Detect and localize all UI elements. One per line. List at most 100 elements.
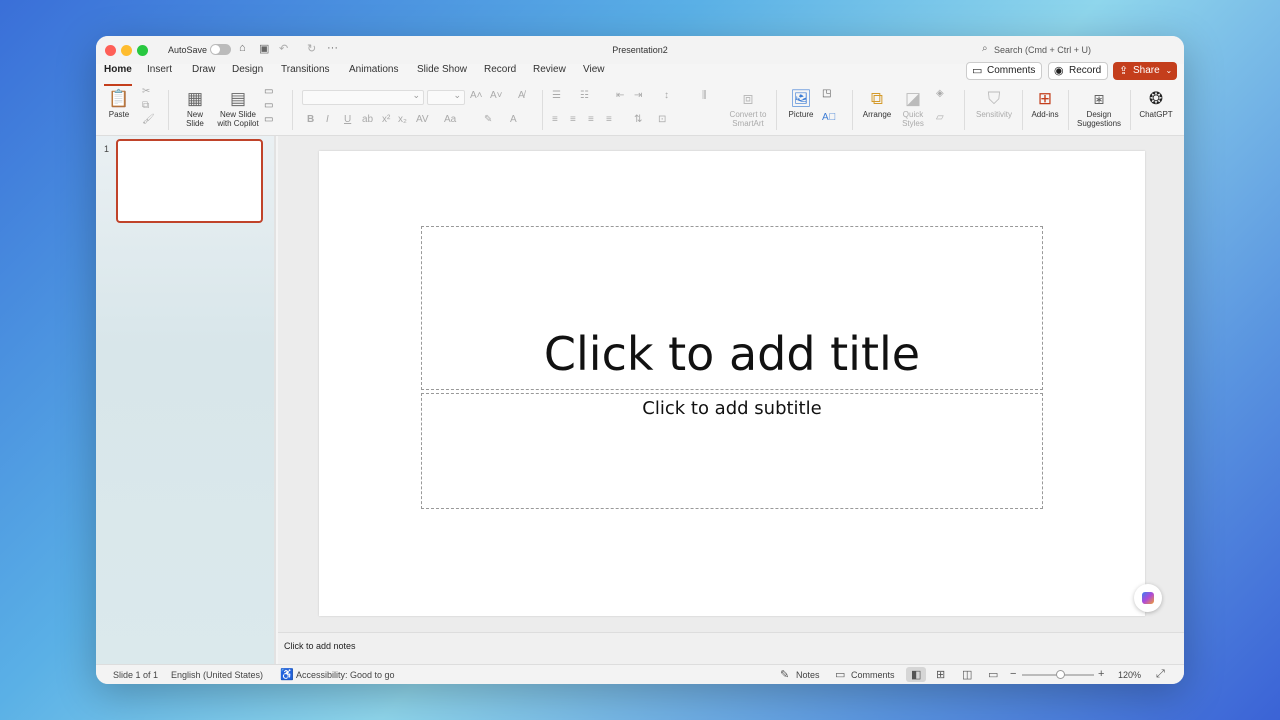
share-button[interactable]: ⇪ Share ⌄ xyxy=(1113,62,1177,80)
copy-icon[interactable]: ⧉ xyxy=(142,100,149,111)
ribbon-separator xyxy=(964,90,965,130)
tab-record[interactable]: Record xyxy=(484,64,516,86)
text-direction-icon[interactable]: ⇅ xyxy=(634,114,642,125)
comments-toggle[interactable]: Comments xyxy=(851,670,895,680)
italic-button[interactable]: I xyxy=(326,114,329,125)
ribbon-separator xyxy=(168,90,169,130)
section-icon[interactable]: ▭ xyxy=(264,114,273,125)
zoom-out-icon[interactable]: − xyxy=(1010,668,1016,680)
tab-insert[interactable]: Insert xyxy=(147,64,172,86)
notes-pane[interactable]: Click to add notes xyxy=(278,632,1184,664)
slide-editing-area: Click to add title Click to add subtitle xyxy=(278,136,1184,632)
slide-show-icon[interactable]: ▭ xyxy=(988,668,998,681)
ribbon-separator xyxy=(542,90,543,130)
tab-view[interactable]: View xyxy=(583,64,605,86)
paste-button[interactable]: 📋 Paste xyxy=(104,88,134,119)
copilot-button[interactable] xyxy=(1134,584,1162,612)
reading-view-icon[interactable]: ◫ xyxy=(962,668,972,681)
line-spacing-icon[interactable]: ↕ xyxy=(664,90,669,101)
character-spacing-icon[interactable]: AV xyxy=(416,114,429,125)
comment-icon: ▭ xyxy=(972,65,983,77)
columns-icon[interactable]: ⫼ xyxy=(702,90,707,101)
bullets-icon[interactable]: ☰ xyxy=(552,90,561,101)
record-button[interactable]: ◉ Record xyxy=(1048,62,1109,80)
font-size-dropdown[interactable] xyxy=(427,90,465,105)
text-box-icon[interactable]: A⃞ xyxy=(822,112,836,123)
clear-format-icon[interactable]: A̸ xyxy=(518,90,525,101)
reset-icon[interactable]: ▭ xyxy=(264,100,273,111)
decrease-indent-icon[interactable]: ⇤ xyxy=(616,90,624,101)
new-slide-with-copilot-button[interactable]: ▤ New Slide with Copilot xyxy=(214,88,262,128)
font-name-dropdown[interactable] xyxy=(302,90,424,105)
new-slide-icon: ▦ xyxy=(186,89,204,108)
tab-transitions[interactable]: Transitions xyxy=(281,64,330,86)
zoom-slider-handle[interactable] xyxy=(1056,670,1065,679)
align-text-icon[interactable]: ⊡ xyxy=(658,114,666,125)
layout-icon[interactable]: ▭ xyxy=(264,86,273,97)
shapes-icon[interactable]: ◳ xyxy=(822,88,831,99)
change-case-icon[interactable]: Aa xyxy=(444,114,456,125)
subscript-icon[interactable]: x₂ xyxy=(398,114,407,125)
zoom-in-icon[interactable]: + xyxy=(1098,668,1104,680)
convert-smartart-label-1: Convert to xyxy=(729,110,767,119)
convert-to-smartart-button[interactable]: ⧈ Convert to SmartArt xyxy=(724,88,772,128)
justify-icon[interactable]: ≡ xyxy=(606,114,612,125)
slide-thumbnail[interactable] xyxy=(116,139,263,223)
chatgpt-button[interactable]: ❂ ChatGPT xyxy=(1136,88,1176,119)
font-color-icon[interactable]: A xyxy=(510,114,517,125)
format-painter-icon[interactable]: 🖌 xyxy=(142,114,155,125)
tab-design[interactable]: Design xyxy=(232,64,263,86)
strikethrough-icon[interactable]: ab xyxy=(362,114,373,125)
design-suggestions-label-1: Design xyxy=(1086,110,1112,119)
notes-toggle[interactable]: Notes xyxy=(796,670,820,680)
cut-icon[interactable]: ✂ xyxy=(142,86,150,97)
tab-draw[interactable]: Draw xyxy=(192,64,215,86)
search-input[interactable]: Search (Cmd + Ctrl + U) xyxy=(994,45,1091,55)
paste-label: Paste xyxy=(108,110,130,119)
slide-canvas[interactable]: Click to add title Click to add subtitle xyxy=(319,151,1145,616)
smartart-icon: ⧈ xyxy=(742,89,754,108)
shape-fill-icon[interactable]: ◈ xyxy=(936,88,944,99)
fit-to-window-icon[interactable]: ⤢ xyxy=(1156,668,1165,681)
share-icon: ⇪ xyxy=(1119,65,1129,77)
shape-outline-icon[interactable]: ▱ xyxy=(936,112,944,123)
increase-indent-icon[interactable]: ⇥ xyxy=(634,90,642,101)
underline-button[interactable]: U xyxy=(344,114,351,125)
zoom-level[interactable]: 120% xyxy=(1118,670,1141,680)
powerpoint-window: AutoSave ⌂ ▣ ↶ ↻ ··· Presentation2 ⌕ Sea… xyxy=(96,36,1184,684)
picture-button[interactable]: 🖼 Picture xyxy=(784,88,818,119)
ribbon-separator xyxy=(292,90,293,130)
tab-animations[interactable]: Animations xyxy=(349,64,398,86)
align-left-icon[interactable]: ≡ xyxy=(552,114,558,125)
sensitivity-icon: ⛉ xyxy=(987,89,1001,108)
quick-styles-label-1: Quick xyxy=(902,110,924,119)
increase-font-icon[interactable]: A˄ xyxy=(470,90,483,101)
ribbon-separator xyxy=(1130,90,1131,130)
status-bar: Slide 1 of 1 English (United States) ♿ A… xyxy=(96,664,1184,684)
align-center-icon[interactable]: ≡ xyxy=(570,114,576,125)
highlight-icon[interactable]: ✎ xyxy=(484,114,492,125)
align-right-icon[interactable]: ≡ xyxy=(588,114,594,125)
slide-sorter-icon[interactable]: ⊞ xyxy=(936,668,945,681)
accessibility-status[interactable]: Accessibility: Good to go xyxy=(296,670,395,680)
tab-review[interactable]: Review xyxy=(533,64,566,86)
new-slide-button[interactable]: ▦ New Slide xyxy=(178,88,212,128)
quick-styles-button[interactable]: ◪ Quick Styles xyxy=(896,88,930,128)
comments-button[interactable]: ▭ Comments xyxy=(966,62,1043,80)
language-status[interactable]: English (United States) xyxy=(171,670,263,680)
design-suggestions-button[interactable]: ⧆ Design Suggestions xyxy=(1074,88,1124,128)
tab-slide-show[interactable]: Slide Show xyxy=(417,64,467,86)
picture-icon: 🖼 xyxy=(790,89,812,108)
sensitivity-button[interactable]: ⛉ Sensitivity xyxy=(972,88,1016,119)
tab-home[interactable]: Home xyxy=(104,64,132,86)
superscript-icon[interactable]: x² xyxy=(382,114,390,125)
bold-button[interactable]: B xyxy=(307,114,314,125)
numbering-icon[interactable]: ☷ xyxy=(580,90,589,101)
arrange-button[interactable]: ⧉ Arrange xyxy=(860,88,894,119)
ribbon-separator xyxy=(776,90,777,130)
add-ins-button[interactable]: ⊞ Add-ins xyxy=(1028,88,1062,119)
subtitle-placeholder[interactable]: Click to add subtitle xyxy=(421,393,1043,509)
ribbon-separator xyxy=(1068,90,1069,130)
decrease-font-icon[interactable]: A˅ xyxy=(490,90,503,101)
title-placeholder[interactable]: Click to add title xyxy=(421,226,1043,390)
